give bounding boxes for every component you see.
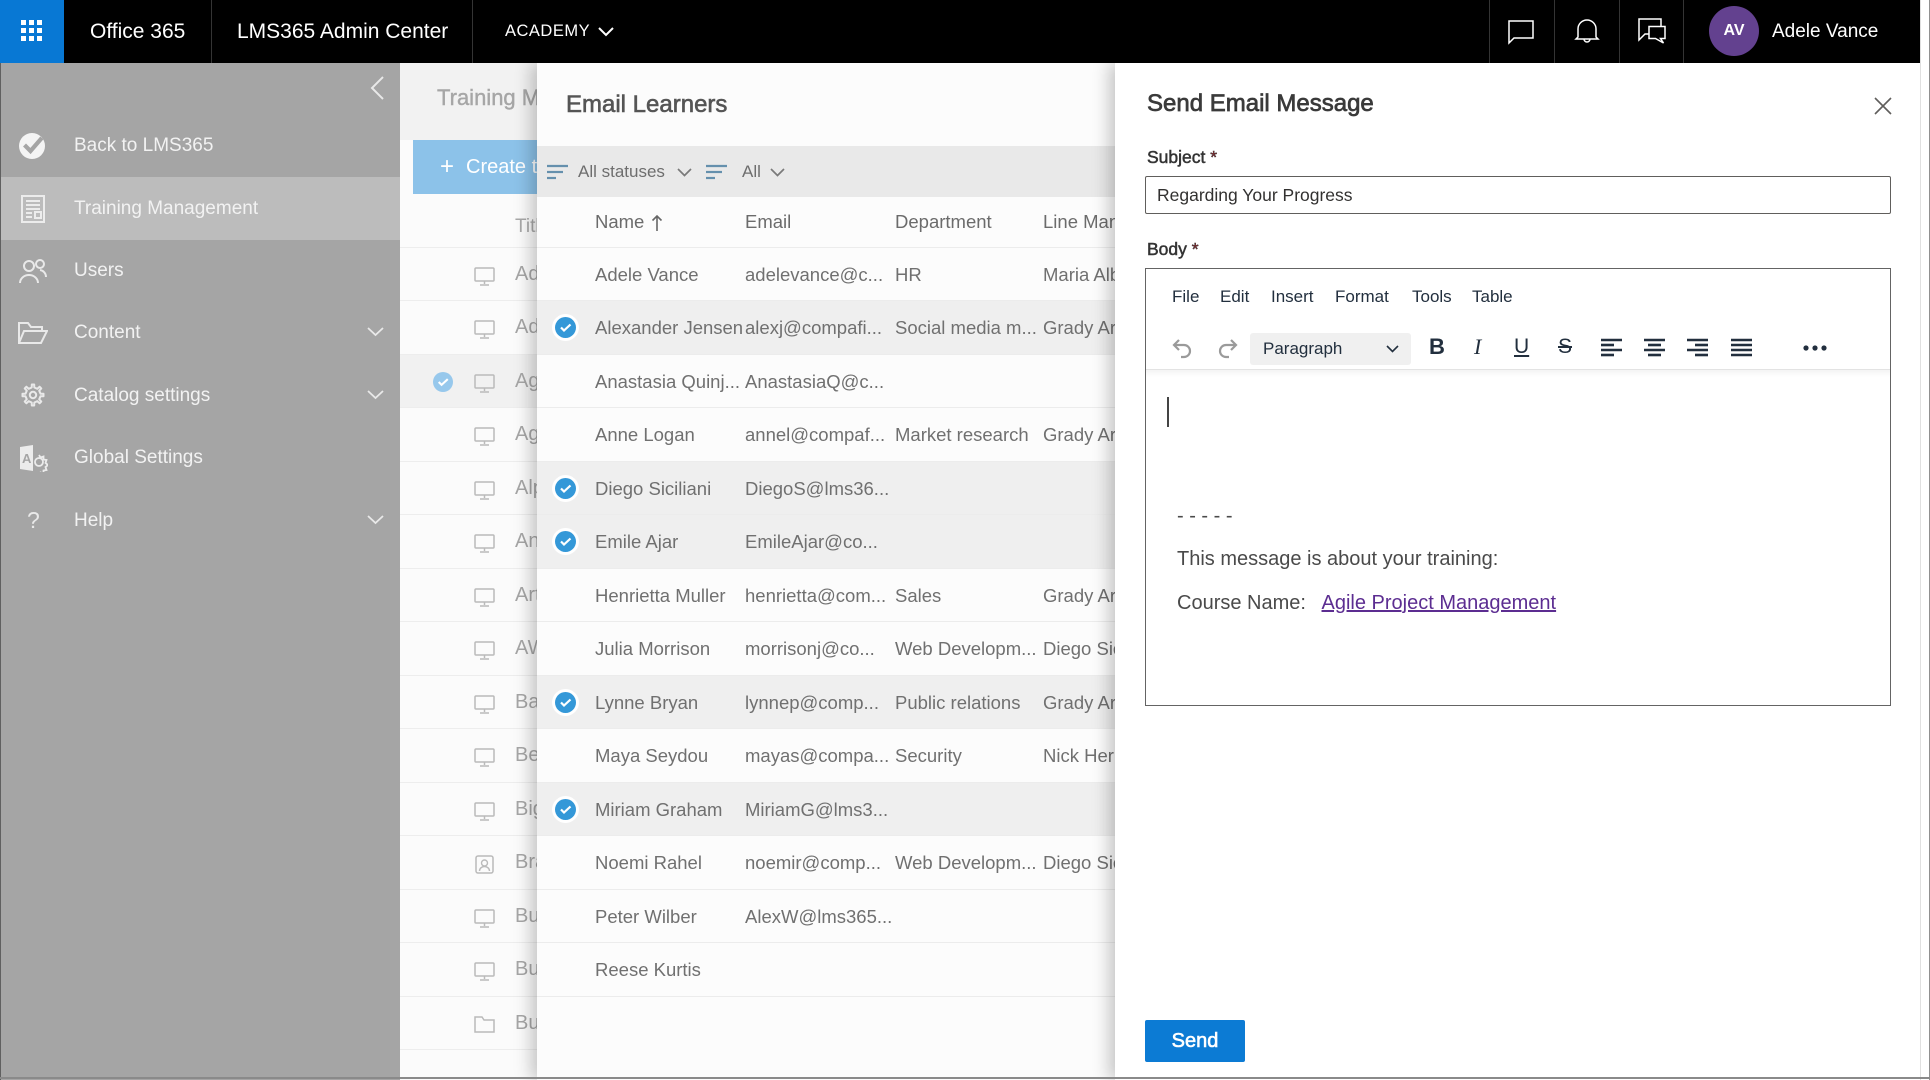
svg-text:A: A bbox=[22, 451, 32, 466]
